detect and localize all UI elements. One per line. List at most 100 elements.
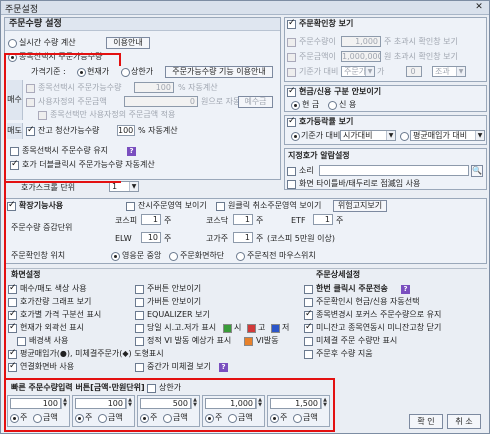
high-color-swatch[interactable]	[247, 324, 256, 333]
radio-realtime[interactable]	[8, 39, 17, 48]
screen-c6-check[interactable]	[8, 348, 17, 359]
high-price-unit: 주	[256, 234, 264, 243]
highlight-frame-top-right	[4, 53, 121, 66]
chevron-down-icon: ▼	[129, 182, 138, 191]
confirm-check[interactable]	[287, 18, 296, 29]
screen-m3-check[interactable]	[135, 311, 144, 320]
radio-credit[interactable]	[328, 101, 337, 110]
radio-pos-center[interactable]	[111, 252, 120, 261]
kosdaq-unit: 주	[256, 216, 264, 225]
low-label: 저	[282, 323, 290, 332]
etf-input[interactable]: 1	[313, 214, 333, 225]
screen-c1-label: 매수/매도 색상 사용	[20, 284, 87, 293]
high-price-input[interactable]: 1	[233, 232, 253, 243]
elw-unit: 주	[164, 234, 172, 243]
detail-c3-check[interactable]	[304, 309, 313, 320]
screen-c5-check[interactable]	[17, 337, 26, 346]
screen-m6-label: 중간가 미체결 보기	[147, 362, 211, 371]
cancel-button[interactable]: 취 소	[447, 414, 481, 429]
pos-label: 주문확인창 위치	[11, 251, 66, 260]
sound-label: 소리	[299, 166, 314, 175]
screen-c4-label: 현재가 외곽선 표시	[20, 323, 84, 332]
radio-avg-price[interactable]	[400, 132, 409, 141]
flash-check[interactable]	[287, 180, 296, 189]
vi-label: VI발동	[256, 336, 279, 345]
help-button[interactable]: 이용안내	[106, 37, 150, 49]
window-title: 주문설정	[5, 5, 39, 15]
sell-unit: % 자동계산	[138, 126, 178, 135]
buy-custom-input[interactable]: 0	[124, 96, 198, 107]
step-unit-label: 주문수량 증감단위	[11, 223, 73, 232]
high-price-label: 고가주	[206, 234, 229, 243]
screen-c7-check[interactable]	[8, 361, 17, 372]
kosdaq-input[interactable]: 1	[233, 214, 253, 225]
ext-check[interactable]	[7, 200, 16, 211]
confirm-qty-check[interactable]	[287, 38, 296, 47]
radio-base-price[interactable]	[291, 132, 300, 141]
chevron-down-icon: ▼	[386, 131, 395, 140]
confirm-qty-input[interactable]: 1,000	[341, 36, 381, 47]
confirm-qty-label: 주문수량이	[299, 37, 336, 46]
hoga-rate-check[interactable]	[287, 116, 296, 127]
ext-c1-check[interactable]	[126, 202, 135, 211]
radio-credit-label: 신 용	[339, 100, 357, 109]
radio-pos-mouse[interactable]	[236, 252, 245, 261]
screen-m5-check[interactable]	[135, 337, 144, 346]
screen-c4-check[interactable]	[8, 322, 17, 333]
qty-feature-help-button[interactable]: 주문가능수량 기능 이용안내	[165, 66, 273, 78]
screen-m1-check[interactable]	[135, 285, 144, 294]
detail-c6-label: 주문후 수량 지움	[316, 349, 373, 358]
detail-c6-check[interactable]	[304, 350, 313, 359]
sound-check[interactable]	[287, 167, 296, 176]
screen-m4-check[interactable]	[135, 324, 144, 333]
confirm-amt-check[interactable]	[287, 53, 296, 62]
screen-m6-check[interactable]	[135, 363, 144, 372]
buy-auto-input[interactable]: 100	[134, 82, 174, 93]
detail-c2-check[interactable]	[304, 298, 313, 307]
confirm-base-input[interactable]: 0	[406, 66, 422, 77]
confirm-base-select[interactable]: 주문가 ▼	[341, 66, 375, 77]
search-icon[interactable]: 🔍	[471, 165, 483, 177]
screen-m5-label: 정적 VI 발동 예상가 표시	[147, 336, 232, 345]
mid-price-help-icon[interactable]: ?	[219, 363, 228, 372]
low-color-swatch[interactable]	[271, 324, 280, 333]
radio-cash[interactable]	[291, 101, 300, 110]
screen-c1-check[interactable]	[8, 283, 17, 294]
radio-pos-bottom[interactable]	[169, 252, 178, 261]
screen-c2-check[interactable]	[8, 298, 17, 307]
avg-price-select[interactable]: 평균매입가 대비 ▼	[410, 130, 485, 141]
confirm-base-check[interactable]	[287, 68, 296, 77]
open-color-swatch[interactable]	[223, 324, 232, 333]
etf-label: ETF	[291, 216, 306, 225]
radio-price-upper[interactable]	[121, 68, 130, 77]
ok-button[interactable]: 확 인	[409, 414, 443, 429]
screen-m2-label: 가버튼 안보이기	[147, 297, 202, 306]
confirm-amt-input[interactable]: 1,000,000	[341, 51, 381, 62]
one-click-help-icon[interactable]: ?	[401, 285, 410, 294]
vi-color-swatch[interactable]	[244, 337, 253, 346]
screen-c2-label: 호가잔량 그래프 보기	[20, 297, 92, 306]
elw-input[interactable]: 10	[141, 232, 161, 243]
detail-c5-check[interactable]	[304, 337, 313, 346]
sound-input[interactable]	[319, 165, 469, 176]
deposit-button[interactable]: 예수금	[238, 96, 273, 108]
ext-c2-check[interactable]	[216, 202, 225, 211]
kospi-input[interactable]: 1	[141, 214, 161, 225]
keep-qty-help-icon[interactable]: ?	[127, 147, 136, 156]
chevron-down-icon: ▼	[475, 131, 484, 140]
screen-c3-label: 호가별 가격 구분선 표시	[20, 310, 102, 319]
screen-m2-check[interactable]	[135, 298, 144, 307]
screen-c3-check[interactable]	[8, 309, 17, 320]
hoga-rate-select[interactable]: 시가대비 ▼	[340, 130, 396, 141]
kospi-unit: 주	[164, 216, 172, 225]
hoga-scroll-label: 호가스크롤 단위	[21, 183, 76, 192]
divider	[5, 268, 487, 269]
cash-check[interactable]	[287, 86, 296, 97]
close-icon[interactable]: ✕	[473, 2, 485, 13]
detail-c1-check[interactable]	[304, 285, 313, 294]
risk-notice-button[interactable]: 위험고지보기	[333, 200, 387, 212]
detail-c4-check[interactable]	[304, 322, 313, 333]
hoga-rate-header: 호가등락률 보기	[299, 117, 354, 126]
radio-pos-mouse-label: 주문직전 마우스위치	[247, 251, 316, 260]
confirm-base-unit-select[interactable]: 조과 ▼	[432, 66, 466, 77]
